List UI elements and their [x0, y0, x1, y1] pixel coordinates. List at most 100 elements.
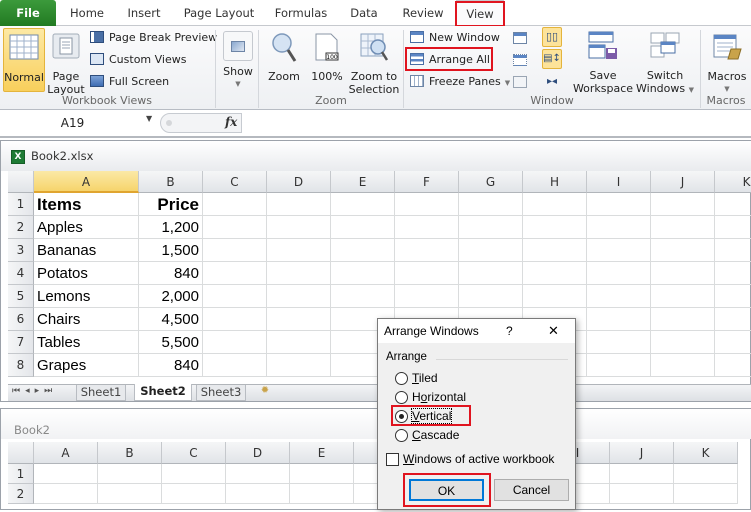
select-all-corner[interactable] — [8, 442, 34, 464]
cell-g5[interactable] — [459, 285, 523, 308]
row-header-2[interactable]: 2 — [8, 216, 34, 239]
cell-i6[interactable] — [587, 308, 651, 331]
cell-e1[interactable] — [331, 193, 395, 216]
cell-b1[interactable] — [98, 464, 162, 484]
cell-b1[interactable]: Price — [139, 193, 203, 216]
cell-k3[interactable] — [715, 239, 751, 262]
cell-j6[interactable] — [651, 308, 715, 331]
cell-k2[interactable] — [674, 484, 738, 504]
cell-k2[interactable] — [715, 216, 751, 239]
cell-f5[interactable] — [395, 285, 459, 308]
cell-d3[interactable] — [267, 239, 331, 262]
cell-c5[interactable] — [203, 285, 267, 308]
cell-f4[interactable] — [395, 262, 459, 285]
cell-i2[interactable] — [587, 216, 651, 239]
column-header-a[interactable]: A — [34, 171, 139, 193]
cell-c7[interactable] — [203, 331, 267, 354]
cell-e3[interactable] — [331, 239, 395, 262]
sheet-nav-buttons[interactable]: ⏮◂▸⏭ — [12, 386, 57, 396]
cell-k1[interactable] — [674, 464, 738, 484]
radio-horizontal[interactable] — [395, 391, 408, 404]
help-icon[interactable]: ? — [506, 324, 513, 338]
column-header-b[interactable]: B — [139, 171, 203, 193]
cell-i4[interactable] — [587, 262, 651, 285]
cell-c3[interactable] — [203, 239, 267, 262]
cell-k7[interactable] — [715, 331, 751, 354]
column-header-k[interactable]: K — [674, 442, 738, 464]
cell-d7[interactable] — [267, 331, 331, 354]
cell-k1[interactable] — [715, 193, 751, 216]
select-all-corner[interactable] — [8, 171, 34, 193]
close-icon[interactable]: ✕ — [548, 323, 559, 339]
cell-h2[interactable] — [523, 216, 587, 239]
cell-d4[interactable] — [267, 262, 331, 285]
cell-a4[interactable]: Potatos — [34, 262, 139, 285]
row-header-3[interactable]: 3 — [8, 239, 34, 262]
cell-i8[interactable] — [587, 354, 651, 377]
cell-d1[interactable] — [267, 193, 331, 216]
cell-a6[interactable]: Chairs — [34, 308, 139, 331]
tab-home[interactable]: Home — [62, 0, 112, 26]
cell-j4[interactable] — [651, 262, 715, 285]
sheet-tab-sheet3[interactable]: Sheet3 — [196, 385, 246, 401]
cell-a2[interactable]: Apples — [34, 216, 139, 239]
custom-views-button[interactable]: Custom Views — [90, 51, 186, 69]
cell-c1[interactable] — [203, 193, 267, 216]
cell-d1[interactable] — [226, 464, 290, 484]
cell-c2[interactable] — [162, 484, 226, 504]
column-header-e[interactable]: E — [290, 442, 354, 464]
page-break-preview-button[interactable]: Page Break Preview — [90, 29, 217, 47]
cell-j2[interactable] — [610, 484, 674, 504]
cell-c6[interactable] — [203, 308, 267, 331]
tab-review[interactable]: Review — [396, 0, 450, 26]
column-header-d[interactable]: D — [267, 171, 331, 193]
radio-tiled-label[interactable]: Tiled — [412, 371, 438, 385]
radio-horizontal-label[interactable]: Horizontal — [412, 390, 466, 404]
cell-c2[interactable] — [203, 216, 267, 239]
cell-d5[interactable] — [267, 285, 331, 308]
cell-i5[interactable] — [587, 285, 651, 308]
cell-a7[interactable]: Tables — [34, 331, 139, 354]
unhide-button[interactable] — [513, 76, 527, 88]
cell-a1[interactable]: Items — [34, 193, 139, 216]
normal-view-button[interactable]: Normal — [3, 28, 45, 92]
page-layout-button[interactable]: Page Layout — [47, 28, 85, 96]
cell-j3[interactable] — [651, 239, 715, 262]
cell-h5[interactable] — [523, 285, 587, 308]
cell-e2[interactable] — [290, 484, 354, 504]
cell-i1[interactable] — [587, 193, 651, 216]
tab-formulas[interactable]: Formulas — [268, 0, 334, 26]
cell-k6[interactable] — [715, 308, 751, 331]
active-workbook-checkbox[interactable] — [386, 453, 399, 466]
column-header-d[interactable]: D — [226, 442, 290, 464]
column-header-h[interactable]: H — [523, 171, 587, 193]
cell-b8[interactable]: 840 — [139, 354, 203, 377]
cell-j8[interactable] — [651, 354, 715, 377]
freeze-panes-button[interactable]: Freeze Panes ▼ — [410, 73, 510, 91]
cell-b5[interactable]: 2,000 — [139, 285, 203, 308]
cell-a3[interactable]: Bananas — [34, 239, 139, 262]
cell-h1[interactable] — [523, 193, 587, 216]
cell-i3[interactable] — [587, 239, 651, 262]
zoom-100-button[interactable]: 100 100% — [310, 28, 344, 83]
sheet-tab-sheet2[interactable]: Sheet2 — [134, 384, 192, 401]
cell-j1[interactable] — [651, 193, 715, 216]
cell-a1[interactable] — [34, 464, 98, 484]
cell-j1[interactable] — [610, 464, 674, 484]
cell-c4[interactable] — [203, 262, 267, 285]
cell-c1[interactable] — [162, 464, 226, 484]
cell-g4[interactable] — [459, 262, 523, 285]
cell-d8[interactable] — [267, 354, 331, 377]
reset-window-position-button[interactable]: ▸◂ — [542, 74, 562, 90]
column-header-g[interactable]: G — [459, 171, 523, 193]
tab-page-layout[interactable]: Page Layout — [178, 0, 260, 26]
zoom-to-selection-button[interactable]: Zoom to Selection — [348, 28, 400, 96]
row-header-7[interactable]: 7 — [8, 331, 34, 354]
save-workspace-button[interactable]: Save Workspace — [572, 28, 634, 95]
cell-a2[interactable] — [34, 484, 98, 504]
zoom-button[interactable]: Zoom — [264, 28, 304, 83]
radio-cascade-label[interactable]: Cascade — [412, 428, 459, 442]
insert-sheet-icon[interactable]: ✹ — [254, 385, 276, 401]
show-button[interactable]: Show ▼ — [220, 28, 256, 91]
synchronous-scrolling-button[interactable]: ▤↕ — [542, 49, 562, 69]
